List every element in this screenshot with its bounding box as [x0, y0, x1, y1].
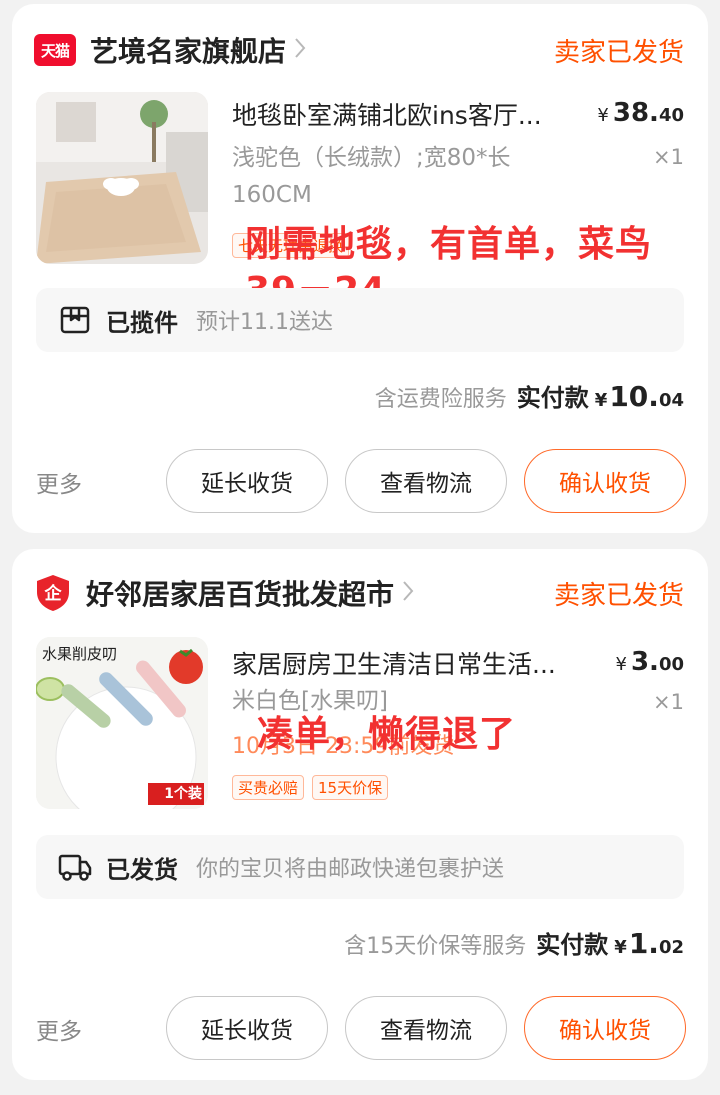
- product-spec: 浅驼色（长绒款）;宽80*长160CM: [232, 145, 511, 208]
- package-icon: [58, 303, 92, 337]
- order-status: 卖家已发货: [553, 580, 684, 611]
- view-logistics-button[interactable]: 查看物流: [345, 996, 507, 1060]
- chevron-right-icon[interactable]: [294, 37, 306, 64]
- shop-name[interactable]: 好邻居家居百货批发超市: [86, 573, 394, 613]
- payment-label: 实付款: [516, 384, 589, 412]
- thumb-badge: 1个装: [164, 786, 202, 802]
- shop-header[interactable]: 企 好邻居家居百货批发超市 卖家已发货: [34, 569, 684, 617]
- logistics-bar[interactable]: 已揽件 预计11.1送达: [36, 288, 684, 352]
- payment-summary: 含15天价保等服务 实付款 ¥1.02: [344, 925, 684, 960]
- action-row: 更多 延长收货 查看物流 确认收货: [36, 996, 686, 1062]
- payment-label: 实付款: [536, 931, 609, 959]
- payment-note: 含运费险服务: [374, 387, 507, 412]
- view-logistics-button[interactable]: 查看物流: [345, 449, 507, 513]
- product-title[interactable]: 地毯卧室满铺北欧ins客厅...: [232, 96, 592, 132]
- service-tag: 买贵必赔: [232, 775, 305, 800]
- product-thumbnail[interactable]: [36, 92, 208, 264]
- svg-text:企: 企: [44, 583, 63, 604]
- product-quantity: ×1: [653, 145, 684, 169]
- action-row: 更多 延长收货 查看物流 确认收货: [36, 449, 686, 515]
- logistics-desc: 你的宝贝将由邮政快递包裹护送: [196, 857, 505, 882]
- shop-name[interactable]: 艺境名家旗舰店: [90, 30, 286, 70]
- confirm-receipt-button[interactable]: 确认收货: [524, 449, 686, 513]
- service-tag: 15天价保: [312, 775, 389, 800]
- thumb-caption: 水果削皮叨: [42, 645, 118, 663]
- logistics-status: 已发货: [106, 855, 178, 884]
- truck-icon: [58, 850, 92, 884]
- product-title[interactable]: 家居厨房卫生清洁日常生活...: [232, 645, 592, 681]
- payment-amount: ¥10.04: [594, 380, 684, 413]
- product-tags: 买贵必赔 15天价保: [232, 775, 389, 800]
- extend-receipt-button[interactable]: 延长收货: [166, 449, 328, 513]
- product-quantity: ×1: [653, 690, 684, 714]
- product-price: ¥38.40: [597, 98, 684, 128]
- payment-summary: 含运费险服务 实付款 ¥10.04: [375, 378, 684, 413]
- chevron-right-icon[interactable]: [402, 580, 414, 607]
- shop-header[interactable]: 天猫 艺境名家旗舰店 卖家已发货: [34, 26, 684, 74]
- confirm-receipt-button[interactable]: 确认收货: [524, 996, 686, 1060]
- order-card[interactable]: 企 好邻居家居百货批发超市 卖家已发货 水果削皮叨 1个装 家居厨房卫生清洁日常…: [12, 549, 708, 1080]
- product-price: ¥3.00: [615, 647, 684, 677]
- logistics-status: 已揽件: [106, 308, 178, 337]
- more-link[interactable]: 更多: [36, 465, 82, 499]
- logistics-bar[interactable]: 已发货 你的宝贝将由邮政快递包裹护送: [36, 835, 684, 899]
- more-link[interactable]: 更多: [36, 1012, 82, 1046]
- payment-amount: ¥1.02: [614, 927, 684, 960]
- tmall-badge: 天猫: [34, 34, 76, 66]
- order-card[interactable]: 天猫 艺境名家旗舰店 卖家已发货 地毯卧室满铺北欧ins客厅... ¥38.40…: [12, 4, 708, 533]
- logistics-desc: 预计11.1送达: [196, 310, 333, 335]
- order-status: 卖家已发货: [553, 37, 684, 68]
- product-thumbnail[interactable]: 水果削皮叨 1个装: [36, 637, 208, 809]
- overlay-annotation: 凑单，懒得退了: [257, 714, 517, 755]
- extend-receipt-button[interactable]: 延长收货: [166, 996, 328, 1060]
- payment-note: 含15天价保等服务: [344, 934, 527, 959]
- enterprise-shield-icon: 企: [34, 574, 72, 612]
